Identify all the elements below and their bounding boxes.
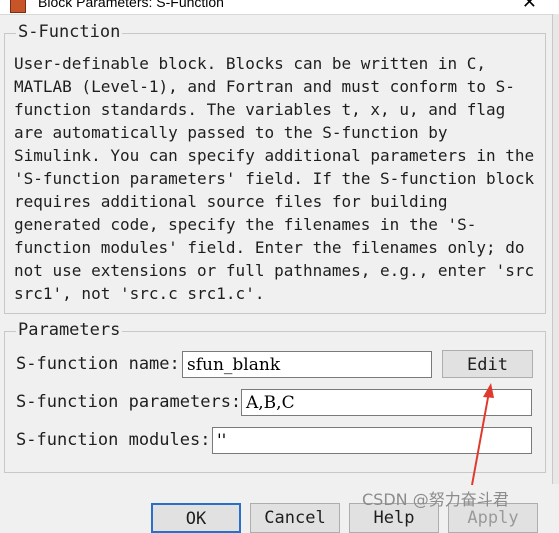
ok-button[interactable]: OK (151, 503, 241, 533)
cancel-button[interactable]: Cancel (250, 503, 340, 533)
watermark-text: CSDN @努力奋斗君 (362, 490, 509, 509)
annotation-arrow (471, 383, 494, 486)
